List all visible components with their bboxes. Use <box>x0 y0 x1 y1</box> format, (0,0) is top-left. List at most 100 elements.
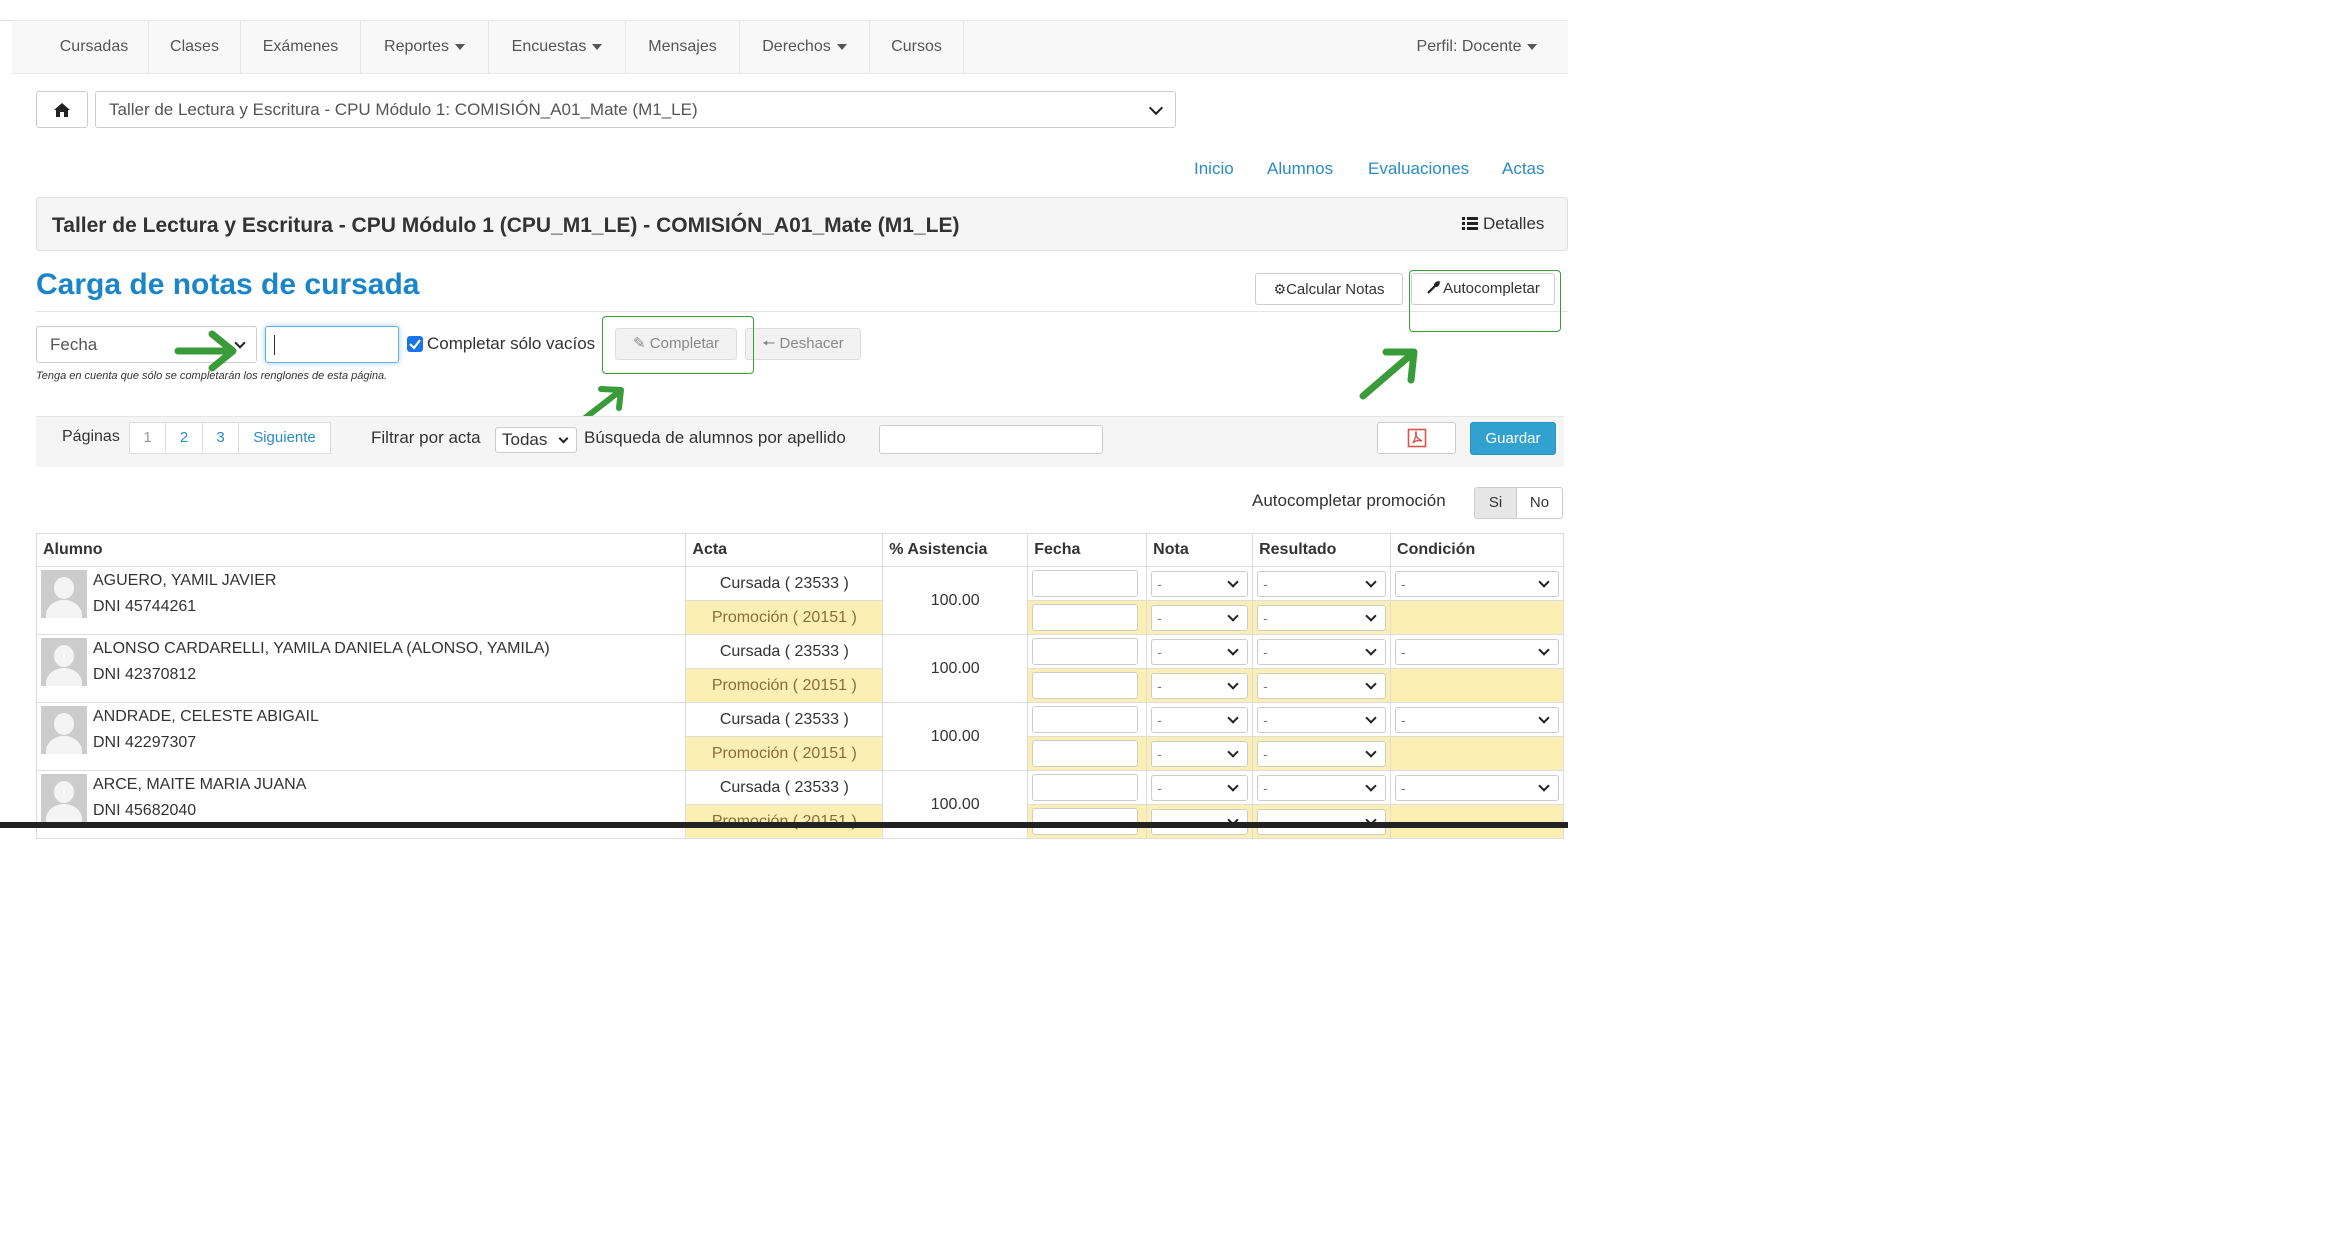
chevron-down-icon <box>1227 643 1239 656</box>
fecha-cell <box>1027 600 1148 635</box>
avatar <box>41 774 87 822</box>
select-value: - <box>1401 575 1406 592</box>
student-cell: ARCE, MAITE MARIA JUANA DNI 45682040 <box>35 770 687 839</box>
search-input[interactable] <box>879 425 1103 454</box>
nota-cell: - <box>1146 702 1254 737</box>
col-nota: Nota <box>1146 533 1254 567</box>
condicion-empty-cell <box>1390 668 1564 703</box>
chevron-down-icon <box>1365 779 1377 792</box>
condicion-empty-cell <box>1390 600 1564 635</box>
student-dni: DNI 42370812 <box>93 666 197 683</box>
fecha-cursada-input[interactable] <box>1032 638 1139 665</box>
resultado-promocion-select[interactable]: - <box>1257 740 1387 767</box>
nota-cell: - <box>1146 600 1254 635</box>
select-value: - <box>1263 643 1268 660</box>
student-dni: DNI 45682040 <box>93 802 197 819</box>
select-value: - <box>1157 609 1162 626</box>
student-cell: AGUERO, YAMIL JAVIER DNI 45744261 <box>35 566 687 635</box>
page-2[interactable]: 2 <box>165 422 203 454</box>
acta-promocion: Promoción ( 20151 ) <box>685 600 884 635</box>
acta-promocion: Promoción ( 20151 ) <box>685 736 884 771</box>
resultado-promocion-select[interactable]: - <box>1257 604 1387 631</box>
resultado-cell: - <box>1252 634 1392 669</box>
search-label: Búsqueda de alumnos por apellido <box>584 428 846 447</box>
fecha-promocion-input[interactable] <box>1032 740 1139 767</box>
nota-promocion-select[interactable]: - <box>1151 740 1249 767</box>
select-value: - <box>1263 745 1268 762</box>
select-value: - <box>1157 575 1162 592</box>
avatar <box>41 638 87 686</box>
col-condicion: Condición <box>1390 533 1564 567</box>
select-value: - <box>1157 643 1162 660</box>
student-cell: ALONSO CARDARELLI, YAMILA DANIELA (ALONS… <box>35 634 687 703</box>
resultado-cell: - <box>1252 566 1392 601</box>
resultado-cursada-select[interactable]: - <box>1257 638 1387 665</box>
select-value: - <box>1401 711 1406 728</box>
col-asistencia: % Asistencia <box>882 533 1029 567</box>
nota-cursada-select[interactable]: - <box>1151 706 1249 733</box>
nota-cell: - <box>1146 770 1254 805</box>
fecha-cell <box>1027 702 1148 737</box>
avatar <box>41 570 87 618</box>
asistencia: 100.00 <box>882 634 1029 703</box>
page-1[interactable]: 1 <box>129 422 166 454</box>
chevron-down-icon <box>1365 609 1377 622</box>
select-value: - <box>1157 677 1162 694</box>
select-value: - <box>1157 711 1162 728</box>
nota-cursada-select[interactable]: - <box>1151 774 1249 801</box>
resultado-cursada-select[interactable]: - <box>1257 570 1387 597</box>
promo-toggle-no[interactable]: No <box>1516 487 1563 519</box>
condicion-cell: - <box>1390 770 1564 805</box>
table-header-row: Alumno Acta % Asistencia Fecha Nota Resu… <box>35 533 1564 567</box>
acta-cursada: Cursada ( 23533 ) <box>685 634 884 669</box>
select-value: - <box>1263 575 1268 592</box>
chevron-down-icon <box>1365 677 1377 690</box>
filter-acta-select[interactable]: Todas <box>495 427 577 453</box>
select-value: - <box>1263 711 1268 728</box>
chevron-down-icon <box>1365 745 1377 758</box>
resultado-cursada-select[interactable]: - <box>1257 774 1387 801</box>
fecha-cursada-input[interactable] <box>1032 706 1139 733</box>
chevron-down-icon <box>1227 779 1239 792</box>
arrow-right-annotation-icon <box>174 330 237 372</box>
nota-cursada-select[interactable]: - <box>1151 570 1249 597</box>
condicion-select[interactable]: - <box>1395 774 1559 801</box>
fecha-promocion-input[interactable] <box>1032 604 1139 631</box>
fecha-cursada-input[interactable] <box>1032 774 1139 801</box>
select-value: - <box>1263 609 1268 626</box>
condicion-select[interactable]: - <box>1395 638 1559 665</box>
nota-promocion-select[interactable]: - <box>1151 672 1249 699</box>
nota-cursada-select[interactable]: - <box>1151 638 1249 665</box>
fecha-promocion-input[interactable] <box>1032 672 1139 699</box>
table-row-cursada: ARCE, MAITE MARIA JUANA DNI 45682040 Cursa… <box>35 770 1564 839</box>
promo-toggle-si[interactable]: Si <box>1474 487 1517 519</box>
page-3[interactable]: 3 <box>202 422 239 454</box>
nota-cell: - <box>1146 668 1254 703</box>
guardar-button[interactable]: Guardar <box>1470 422 1556 455</box>
page-next[interactable]: Siguiente <box>238 422 331 454</box>
condicion-select[interactable]: - <box>1395 570 1559 597</box>
resultado-promocion-select[interactable]: - <box>1257 672 1387 699</box>
resultado-cursada-select[interactable]: - <box>1257 706 1387 733</box>
condicion-select[interactable]: - <box>1395 706 1559 733</box>
student-dni: DNI 45744261 <box>93 598 197 615</box>
student-name: ARCE, MAITE MARIA JUANA <box>93 776 307 793</box>
col-fecha: Fecha <box>1027 533 1148 567</box>
chevron-down-icon <box>1538 575 1550 588</box>
table-row-cursada: AGUERO, YAMIL JAVIER DNI 45744261 Cursada … <box>35 566 1564 635</box>
asistencia: 100.00 <box>882 702 1029 771</box>
student-cell: ANDRADE, CELESTE ABIGAIL DNI 42297307 <box>35 702 687 771</box>
pdf-export-button[interactable] <box>1377 422 1456 454</box>
col-alumno: Alumno <box>35 533 687 567</box>
acta-promocion: Promoción ( 20151 ) <box>685 668 884 703</box>
nota-promocion-select[interactable]: - <box>1151 604 1249 631</box>
chevron-down-icon <box>1227 575 1239 588</box>
chevron-down-icon <box>1227 677 1239 690</box>
condicion-cell: - <box>1390 702 1564 737</box>
chevron-down-icon <box>1538 779 1550 792</box>
filter-acta-value: Todas <box>502 430 548 449</box>
fecha-cursada-input[interactable] <box>1032 570 1139 597</box>
acta-cursada: Cursada ( 23533 ) <box>685 566 884 601</box>
fecha-cell <box>1027 566 1148 601</box>
nota-cell: - <box>1146 634 1254 669</box>
